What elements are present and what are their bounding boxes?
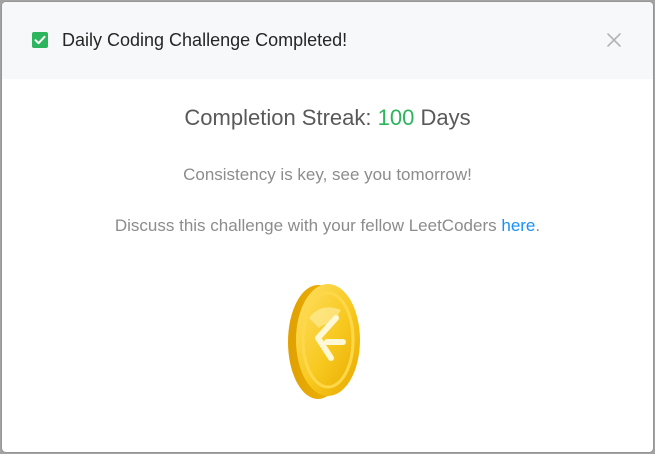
challenge-completed-modal: Daily Coding Challenge Completed! Comple… (2, 2, 653, 452)
leetcode-coin-icon (281, 282, 367, 402)
modal-title: Daily Coding Challenge Completed! (62, 30, 348, 50)
discuss-link[interactable]: here (501, 216, 535, 235)
modal-body: Completion Streak: 100 Days Consistency … (2, 79, 653, 452)
modal-header: Daily Coding Challenge Completed! (2, 2, 653, 79)
discuss-line: Discuss this challenge with your fellow … (2, 216, 653, 236)
close-icon[interactable] (602, 28, 626, 52)
streak-value: 100 (377, 105, 415, 130)
discuss-text: Discuss this challenge with your fellow … (114, 216, 497, 235)
check-icon (32, 32, 48, 48)
streak-unit: Days (420, 105, 471, 130)
discuss-suffix: . (535, 216, 541, 235)
streak-label: Completion Streak: (184, 105, 372, 130)
consistency-message: Consistency is key, see you tomorrow! (183, 165, 472, 184)
completion-streak: Completion Streak: 100 Days (2, 105, 653, 131)
